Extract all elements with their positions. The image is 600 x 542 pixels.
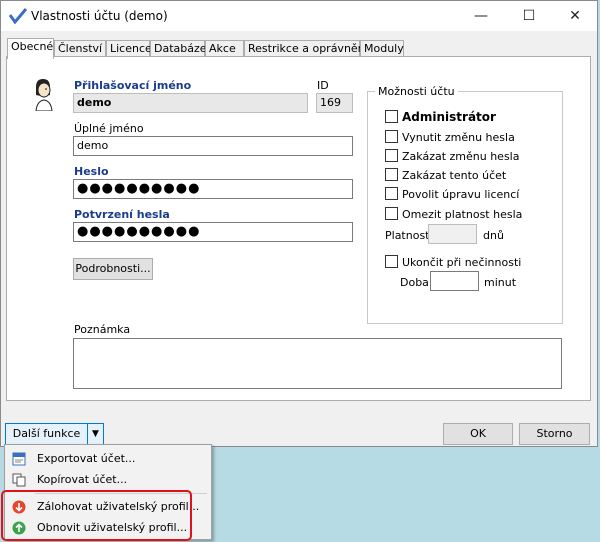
disable-account-checkbox[interactable]: Zakázat tento účet — [385, 168, 506, 182]
checkbox-box — [385, 255, 398, 268]
checkbox-box — [385, 149, 398, 162]
user-avatar-icon — [35, 79, 53, 111]
tab-actions[interactable]: Akce — [205, 40, 244, 57]
validity-label: Platnost — [385, 229, 430, 242]
menu-item-export-account[interactable]: Exportovat účet... — [5, 448, 211, 470]
allow-license-edit-checkbox[interactable]: Povolit úpravu licencí — [385, 187, 519, 201]
minimize-button[interactable]: — — [458, 1, 504, 31]
admin-checkbox[interactable]: Administrátor — [385, 110, 496, 124]
title-bar: Vlastnosti účtu (demo) — ☐ ✕ — [1, 1, 597, 31]
export-icon — [12, 452, 26, 466]
tab-modules[interactable]: Moduly — [360, 40, 404, 57]
tab-licence[interactable]: Licence — [106, 40, 152, 57]
checkbox-box — [385, 187, 398, 200]
duration-field[interactable] — [430, 271, 479, 291]
id-label: ID — [317, 79, 329, 92]
login-field[interactable]: demo — [73, 93, 308, 113]
more-functions-button[interactable]: Další funkce — [5, 423, 88, 445]
login-label: Přihlašovací jméno — [74, 79, 192, 92]
validity-field[interactable] — [428, 224, 477, 244]
force-password-change-checkbox[interactable]: Vynutit změnu hesla — [385, 130, 515, 144]
confirm-password-field[interactable]: ●●●●●●●●●● — [73, 222, 353, 242]
inactivity-logout-checkbox[interactable]: Ukončit při nečinnosti — [385, 255, 521, 269]
confirm-password-label: Potvrzení hesla — [74, 208, 170, 221]
duration-label: Doba — [400, 276, 429, 289]
id-field: 169 — [316, 93, 353, 113]
checkbox-box — [385, 168, 398, 181]
deny-password-change-checkbox[interactable]: Zakázat změnu hesla — [385, 149, 519, 163]
password-label: Heslo — [74, 165, 109, 178]
password-field[interactable]: ●●●●●●●●●● — [73, 179, 353, 199]
tab-general[interactable]: Obecné — [7, 38, 54, 59]
fullname-label: Úplné jméno — [74, 122, 144, 135]
tab-membership[interactable]: Členství — [54, 40, 106, 57]
window-title: Vlastnosti účtu (demo) — [31, 9, 168, 23]
checkbox-box — [385, 110, 398, 123]
checkbox-box — [385, 130, 398, 143]
checkbox-box — [385, 207, 398, 220]
cancel-button[interactable]: Storno — [519, 423, 590, 445]
close-button[interactable]: ✕ — [552, 1, 598, 31]
note-textarea[interactable] — [73, 338, 562, 389]
duration-unit: minut — [484, 276, 517, 289]
menu-item-copy-account[interactable]: Kopírovat účet... — [5, 469, 211, 491]
account-options-title: Možnosti účtu — [375, 85, 458, 98]
note-label: Poznámka — [74, 323, 131, 336]
maximize-button[interactable]: ☐ — [506, 1, 552, 31]
more-functions-dropdown-arrow[interactable]: ▼ — [87, 423, 104, 445]
ok-button[interactable]: OK — [443, 423, 513, 445]
limit-password-validity-checkbox[interactable]: Omezit platnost hesla — [385, 207, 522, 221]
details-button[interactable]: Podrobnosti... — [73, 258, 153, 280]
tab-restrictions[interactable]: Restrikce a oprávnění — [244, 40, 368, 57]
highlight-annotation-box — [1, 490, 192, 541]
app-checkmark-icon — [9, 8, 27, 24]
tab-databases[interactable]: Databáze — [150, 40, 207, 57]
copy-icon — [12, 473, 26, 487]
validity-unit: dnů — [483, 229, 504, 242]
fullname-field[interactable]: demo — [73, 136, 353, 156]
